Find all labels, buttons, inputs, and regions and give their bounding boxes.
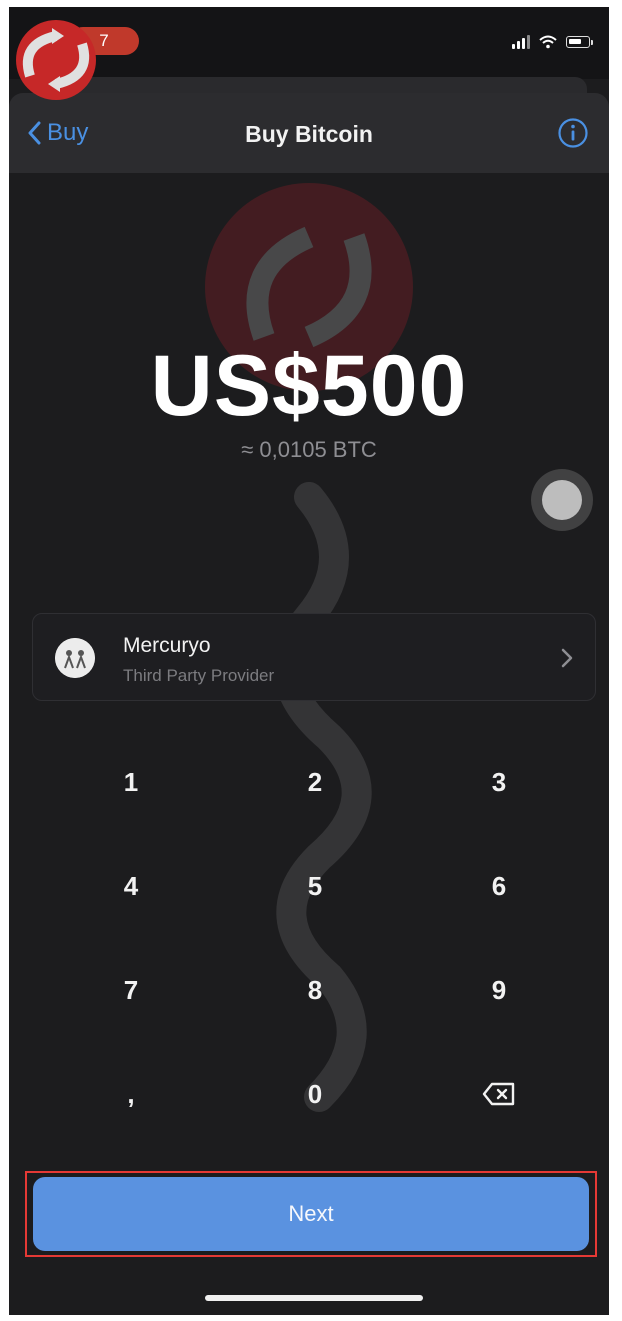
info-circle-icon[interactable] [557, 117, 589, 149]
key-5[interactable]: 5 [225, 841, 405, 931]
provider-subtitle: Third Party Provider [123, 666, 275, 685]
phone-screen: 7 Buy Buy Bitcoin US$500 ≈ 0,0105 BTC Me… [9, 7, 609, 1315]
key-8[interactable]: 8 [225, 945, 405, 1035]
chevron-right-icon [561, 648, 573, 668]
crypto-amount: ≈ 0,0105 BTC [241, 437, 377, 462]
key-2[interactable]: 2 [225, 737, 405, 827]
key-6[interactable]: 6 [409, 841, 589, 931]
home-indicator[interactable] [205, 1295, 423, 1301]
next-button[interactable]: Next [33, 1177, 589, 1251]
mercuryo-logo-icon [55, 638, 95, 678]
battery-icon [566, 36, 593, 48]
backspace-icon [482, 1082, 515, 1106]
key-0[interactable]: 0 [225, 1049, 405, 1139]
status-icons [512, 35, 593, 49]
fiat-amount: US$500 [150, 338, 468, 434]
key-7[interactable]: 7 [41, 945, 221, 1035]
assistive-touch-button[interactable] [531, 469, 593, 531]
key-1[interactable]: 1 [41, 737, 221, 827]
site-logo [16, 20, 96, 100]
key-4[interactable]: 4 [41, 841, 221, 931]
wifi-icon [539, 35, 557, 49]
page-title: Buy Bitcoin [245, 121, 373, 147]
provider-selector[interactable]: Mercuryo Third Party Provider [32, 613, 596, 701]
delete-key[interactable] [409, 1049, 589, 1139]
provider-name: Mercuryo [123, 634, 211, 657]
key-3[interactable]: 3 [409, 737, 589, 827]
key-9[interactable]: 9 [409, 945, 589, 1035]
signal-icon [512, 35, 530, 49]
key-decimal-separator[interactable]: , [41, 1049, 221, 1139]
